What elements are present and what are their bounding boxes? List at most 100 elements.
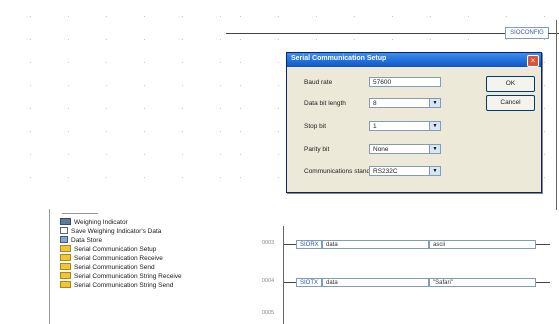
communications-standard-value: RS232C xyxy=(373,168,398,175)
stop-bit-label: Stop bit xyxy=(304,123,327,130)
grid-dot xyxy=(144,177,145,178)
function-icon xyxy=(60,254,71,261)
grid-dot xyxy=(144,131,145,132)
tree-item-label: Weighing Indicator xyxy=(74,219,128,226)
grid-dot xyxy=(182,62,183,63)
grid-dot xyxy=(240,85,241,86)
tree-item-label: Serial Communication String Receive xyxy=(74,273,182,280)
grid-dot xyxy=(30,131,31,132)
close-icon[interactable]: × xyxy=(527,55,539,67)
stop-bit-select[interactable]: 1 ▼ xyxy=(369,121,441,131)
parity-bit-select[interactable]: None ▼ xyxy=(369,144,441,154)
tree-item-serial-string-send[interactable]: Serial Communication String Send xyxy=(60,281,173,290)
grid-dot xyxy=(68,108,69,109)
grid-dot xyxy=(106,131,107,132)
grid-dot xyxy=(220,16,221,17)
grid-dot xyxy=(220,62,221,63)
grid-dot xyxy=(316,16,317,17)
grid-dot xyxy=(68,62,69,63)
grid-dot xyxy=(68,154,69,155)
grid-dot xyxy=(240,177,241,178)
grid-dot xyxy=(278,131,279,132)
siotx-instruction[interactable]: SIOTX xyxy=(296,278,322,287)
baud-rate-label: Baud rate xyxy=(304,79,333,86)
grid-dot xyxy=(182,39,183,40)
top-rung-line-right xyxy=(548,33,559,34)
communications-standard-select[interactable]: RS232C ▼ xyxy=(369,166,441,176)
left-power-rail xyxy=(283,226,284,324)
top-rung-line xyxy=(226,33,505,34)
serial-communication-setup-dialog: Serial Communication Setup × Baud rate 5… xyxy=(286,52,542,193)
rung-line-right xyxy=(536,244,550,245)
tree-item-label: Serial Communication String Send xyxy=(74,282,174,289)
tree-item-serial-string-receive[interactable]: Serial Communication String Receive xyxy=(60,272,182,281)
grid-dot xyxy=(506,16,507,17)
grid-dot xyxy=(430,39,431,40)
siorx-instruction[interactable]: SIORX xyxy=(296,240,322,249)
grid-dot xyxy=(220,108,221,109)
grid-dot xyxy=(106,16,107,17)
grid-dot xyxy=(544,62,545,63)
grid-dot xyxy=(544,85,545,86)
chevron-down-icon[interactable]: ▼ xyxy=(429,145,440,153)
siotx-operand[interactable]: data xyxy=(322,278,429,287)
tree-item-serial-receive[interactable]: Serial Communication Receive xyxy=(60,254,163,263)
grid-dot xyxy=(68,177,69,178)
grid-dot xyxy=(506,39,507,40)
sioconfig-instruction[interactable]: SIOCONFIG xyxy=(505,27,549,39)
chevron-down-icon[interactable]: ▼ xyxy=(429,99,440,107)
grid-dot xyxy=(68,39,69,40)
parity-bit-value: None xyxy=(373,146,389,153)
data-bit-length-label: Data bit length xyxy=(304,100,346,107)
grid-dot xyxy=(68,16,69,17)
grid-dot xyxy=(144,16,145,17)
function-icon xyxy=(60,281,71,288)
grid-dot xyxy=(182,154,183,155)
grid-dot xyxy=(354,16,355,17)
rung-number: 0004 xyxy=(262,278,275,284)
cancel-button[interactable]: Cancel xyxy=(486,95,535,111)
grid-dot xyxy=(430,16,431,17)
tree-item-data-store[interactable]: Data Store xyxy=(60,236,102,245)
tree-separator xyxy=(62,213,98,214)
siotx-value[interactable]: "Safari" xyxy=(429,278,536,287)
baud-rate-input[interactable]: 57600 xyxy=(369,77,441,87)
grid-dot xyxy=(106,62,107,63)
dialog-title: Serial Communication Setup xyxy=(291,55,387,62)
grid-dot xyxy=(544,154,545,155)
grid-dot xyxy=(240,16,241,17)
data-bit-length-value: 8 xyxy=(373,100,377,107)
siorx-value[interactable]: ascii xyxy=(429,240,536,249)
grid-dot xyxy=(106,85,107,86)
grid-dot xyxy=(30,85,31,86)
grid-dot xyxy=(468,16,469,17)
rung-number: 0005 xyxy=(262,310,275,316)
grid-dot xyxy=(544,39,545,40)
grid-dot xyxy=(392,39,393,40)
chevron-down-icon[interactable]: ▼ xyxy=(429,122,440,130)
data-bit-length-select[interactable]: 8 ▼ xyxy=(369,98,441,108)
tree-item-save-weighing-data[interactable]: Save Weighing Indicator's Data xyxy=(60,227,161,236)
tree-item-serial-send[interactable]: Serial Communication Send xyxy=(60,263,155,272)
grid-dot xyxy=(278,85,279,86)
tree-item-label: Serial Communication Setup xyxy=(74,246,157,253)
siorx-operand[interactable]: data xyxy=(322,240,429,249)
grid-dot xyxy=(220,177,221,178)
chevron-down-icon[interactable]: ▼ xyxy=(429,167,440,175)
rung-number: 0003 xyxy=(262,240,275,246)
tree-item-serial-setup[interactable]: Serial Communication Setup xyxy=(60,245,156,254)
ok-button[interactable]: OK xyxy=(486,76,535,92)
grid-dot xyxy=(220,39,221,40)
rung-line xyxy=(284,282,296,283)
grid-dot xyxy=(278,16,279,17)
tree-item-weighing-indicator[interactable]: Weighing Indicator xyxy=(60,218,128,227)
grid-dot xyxy=(182,131,183,132)
grid-dot xyxy=(220,85,221,86)
grid-dot xyxy=(106,177,107,178)
grid-dot xyxy=(544,108,545,109)
grid-dot xyxy=(278,62,279,63)
grid-dot xyxy=(144,62,145,63)
parity-bit-label: Parity bit xyxy=(304,146,330,153)
grid-dot xyxy=(278,108,279,109)
grid-dot xyxy=(30,154,31,155)
